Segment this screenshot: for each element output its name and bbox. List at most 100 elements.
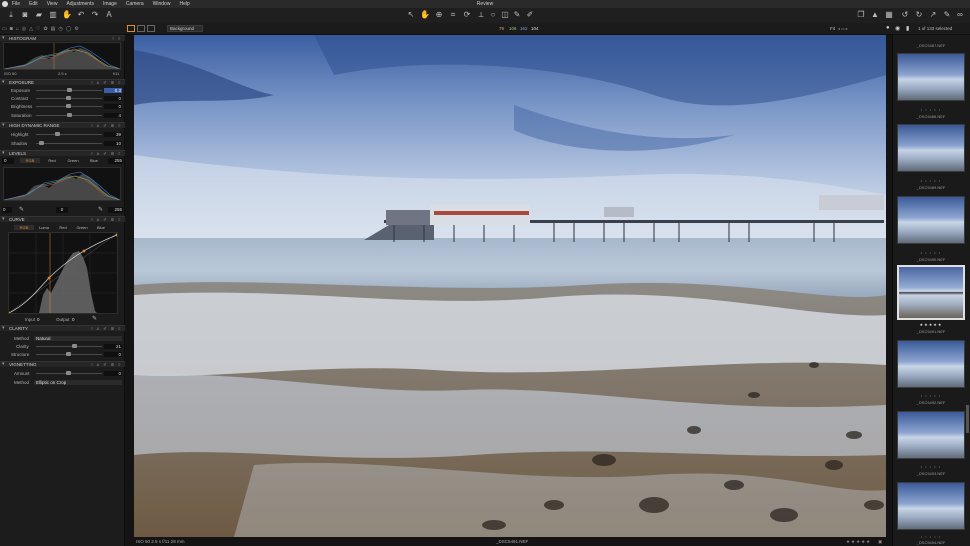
- thumb-rating[interactable]: • • • • •: [897, 393, 965, 398]
- vignetting-method-select[interactable]: Elliptic on Crop: [34, 380, 122, 385]
- user-icon[interactable]: ●: [886, 25, 890, 31]
- thumbnail[interactable]: [897, 124, 965, 172]
- tool-header-icons[interactable]: ? A ✐ ⊞ ≡: [91, 151, 122, 156]
- menu-adjustments[interactable]: Adjustments: [66, 0, 94, 8]
- highlight-slider-knob[interactable]: [55, 132, 60, 136]
- keystone-icon[interactable]: ⟂: [476, 10, 486, 20]
- structure-value[interactable]: 0: [104, 352, 122, 357]
- exposure-header[interactable]: EXPOSURE ? A ✐ ⊞ ≡: [0, 79, 125, 85]
- vignetting-amount-knob[interactable]: [66, 371, 71, 375]
- import-icon[interactable]: ⤓: [6, 10, 16, 20]
- brightness-value[interactable]: 0: [104, 104, 122, 109]
- menu-image[interactable]: Image: [103, 0, 117, 8]
- browser-scrollbar[interactable]: [966, 405, 969, 433]
- tool-header-icons[interactable]: ? A ✐ ⊞ ≡: [91, 362, 122, 367]
- histogram-header[interactable]: HISTOGRAM ? ≡: [0, 35, 125, 41]
- thumbnail[interactable]: [897, 411, 965, 459]
- curve-tab-rgb[interactable]: RGB: [14, 225, 34, 230]
- thumb-rating[interactable]: • • • • •: [897, 534, 965, 539]
- text-tool-icon[interactable]: A: [104, 10, 114, 20]
- clarity-header[interactable]: CLARITY ? A ✐ ⊞ ≡: [0, 325, 125, 331]
- rotate-left-icon[interactable]: ↺: [900, 10, 910, 20]
- curve-header[interactable]: CURVE ? A ✐ ⊞ ≡: [0, 216, 125, 222]
- shadow-value[interactable]: 10: [104, 141, 122, 146]
- filter-icon[interactable]: ▮: [906, 25, 909, 32]
- main-photo[interactable]: [134, 35, 886, 537]
- hdr-header[interactable]: HIGH DYNAMIC RANGE ? A ✐ ⊞ ≡: [0, 122, 125, 128]
- undo-icon[interactable]: ↶: [76, 10, 86, 20]
- status-color-tag-icon[interactable]: ▣: [878, 537, 882, 546]
- clarity-slider[interactable]: [36, 346, 102, 347]
- highlight-slider[interactable]: [36, 134, 102, 135]
- tool-header-icons[interactable]: ? ≡: [112, 36, 122, 41]
- crop-tool-icon[interactable]: ⌗: [448, 10, 458, 20]
- contrast-value[interactable]: 0: [104, 96, 122, 101]
- menu-camera[interactable]: Camera: [126, 0, 144, 8]
- brightness-slider-knob[interactable]: [66, 104, 71, 108]
- folder-icon[interactable]: ▰: [34, 10, 44, 20]
- thumbnail[interactable]: [897, 53, 965, 101]
- mask-icon[interactable]: ◫: [500, 10, 510, 20]
- clarity-value[interactable]: 21: [104, 344, 122, 349]
- stack-icon[interactable]: ❐: [856, 10, 866, 20]
- status-rating-stars[interactable]: ★★★★★: [846, 537, 871, 546]
- trash-icon[interactable]: ▥: [48, 10, 58, 20]
- levels-left-value[interactable]: 0: [2, 158, 14, 164]
- exposure-value[interactable]: 0.3: [104, 88, 122, 93]
- curve-tab-luma[interactable]: Luma: [34, 225, 54, 230]
- highlight-value[interactable]: 39: [104, 132, 122, 137]
- grid-icon[interactable]: ▦: [884, 10, 894, 20]
- curve-graph[interactable]: [7, 232, 119, 315]
- thumb-rating[interactable]: • • • • •: [897, 107, 965, 112]
- exposure-slider-knob[interactable]: [67, 88, 72, 92]
- vignetting-header[interactable]: VIGNETTING ? A ✐ ⊞ ≡: [0, 361, 125, 367]
- thumbnail-selected[interactable]: [897, 265, 965, 320]
- tool-tabs-icons[interactable]: ▭◙⌂◎△♡✿▤◷◯⚙: [2, 26, 122, 33]
- zoom-fit-label[interactable]: Fit: [830, 26, 835, 31]
- capture-icon[interactable]: ◙: [20, 10, 30, 20]
- saturation-value[interactable]: 4: [104, 113, 122, 118]
- clarity-slider-knob[interactable]: [72, 344, 77, 348]
- tool-header-icons[interactable]: ? A ✐ ⊞ ≡: [91, 217, 122, 222]
- contrast-slider-knob[interactable]: [66, 96, 71, 100]
- select-cursor-icon[interactable]: ↖: [406, 10, 416, 20]
- thumbnail[interactable]: [897, 482, 965, 530]
- tool-header-icons[interactable]: ? A ✐ ⊞ ≡: [91, 326, 122, 331]
- curve-output-value[interactable]: 0: [72, 317, 75, 322]
- menu-file[interactable]: File: [12, 0, 20, 8]
- arrow-icon[interactable]: ↗: [928, 10, 938, 20]
- style-select[interactable]: Background: [167, 25, 203, 32]
- curve-input-value[interactable]: 0: [37, 317, 40, 322]
- levels-low-value[interactable]: 0: [2, 207, 12, 213]
- thumb-rating-selected[interactable]: ★★★★★: [897, 322, 965, 327]
- rotate-tool-icon[interactable]: ⟳: [462, 10, 472, 20]
- menu-view[interactable]: View: [47, 0, 58, 8]
- curve-tab-red[interactable]: Red: [53, 225, 73, 230]
- thumb-rating[interactable]: • • • • •: [897, 250, 965, 255]
- eye-icon[interactable]: ◉: [895, 25, 900, 32]
- glasses-icon[interactable]: ∞: [955, 10, 965, 20]
- structure-slider-knob[interactable]: [66, 352, 71, 356]
- pan-tool-icon[interactable]: ✋: [420, 10, 430, 20]
- tool-header-icons[interactable]: ? A ✐ ⊞ ≡: [91, 123, 122, 128]
- hand-icon[interactable]: ✋: [62, 10, 72, 20]
- clarity-method-select[interactable]: Natural: [34, 336, 122, 341]
- rotate-right-icon[interactable]: ↻: [914, 10, 924, 20]
- saturation-slider-knob[interactable]: [67, 113, 72, 117]
- levels-right-value[interactable]: 255: [108, 158, 123, 164]
- thumb-rating[interactable]: • • • • •: [897, 178, 965, 183]
- zoom-controls-icon[interactable]: ◂▭▸: [838, 26, 856, 31]
- levels-high-value[interactable]: 255: [108, 207, 123, 213]
- zoom-tool-icon[interactable]: ⊕: [434, 10, 444, 20]
- levels-header[interactable]: LEVELS ? A ✐ ⊞ ≡: [0, 150, 125, 156]
- shadow-slider-knob[interactable]: [39, 141, 44, 145]
- thumbnail[interactable]: [897, 340, 965, 388]
- edit-icon[interactable]: ✎: [942, 10, 952, 20]
- menu-edit[interactable]: Edit: [29, 0, 38, 8]
- brush-icon[interactable]: ✐: [525, 10, 535, 20]
- vignetting-amount-value[interactable]: 0: [104, 371, 122, 376]
- tool-header-icons[interactable]: ? A ✐ ⊞ ≡: [91, 80, 122, 85]
- levels-mid-value[interactable]: 0: [56, 207, 68, 213]
- menu-window[interactable]: Window: [153, 0, 171, 8]
- white-picker-icon[interactable]: ✎: [98, 206, 103, 213]
